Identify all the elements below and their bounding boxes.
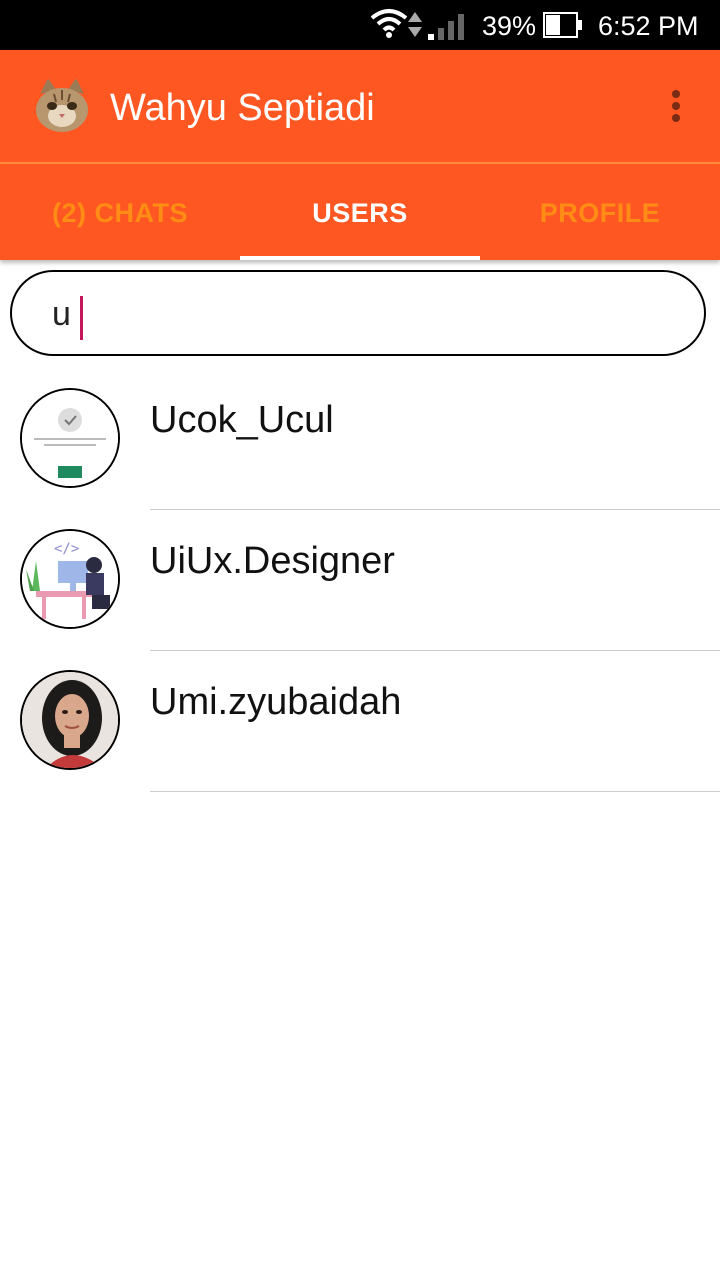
user-list-item[interactable]: Umi.zyubaidah xyxy=(0,670,720,811)
search-input[interactable]: u xyxy=(10,270,706,356)
row-divider xyxy=(150,650,720,651)
user-avatar xyxy=(20,670,120,770)
woman-photo-avatar-icon xyxy=(22,672,118,768)
search-input-value: u xyxy=(52,295,71,333)
tab-users[interactable]: USERS xyxy=(240,164,480,260)
app-title: Wahyu Septiadi xyxy=(110,87,375,129)
user-avatar xyxy=(20,388,120,488)
battery-icon xyxy=(543,12,582,38)
tab-indicator xyxy=(240,256,480,260)
placeholder-avatar-icon xyxy=(22,390,118,486)
user-name: Ucok_Ucul xyxy=(150,399,334,441)
profile-avatar[interactable] xyxy=(32,76,92,136)
wifi-icon xyxy=(370,9,408,38)
user-name: Umi.zyubaidah xyxy=(150,681,402,723)
svg-text:</>: </> xyxy=(54,541,79,557)
status-bar: 39% 6:52 PM xyxy=(0,0,720,50)
cat-avatar-icon xyxy=(32,76,92,136)
row-divider xyxy=(150,791,720,792)
battery-percentage: 39% xyxy=(482,11,537,41)
text-caret xyxy=(80,296,83,340)
status-clock: 6:52 PM xyxy=(598,11,699,41)
designer-illustration-avatar-icon: </> xyxy=(22,531,118,627)
user-name: UiUx.Designer xyxy=(150,540,395,582)
tab-chats[interactable]: (2) CHATS xyxy=(0,164,240,260)
user-list-item[interactable]: Ucok_Ucul xyxy=(0,388,720,529)
signal-icon xyxy=(428,14,464,40)
row-divider xyxy=(150,509,720,510)
tab-bar: (2) CHATS USERS PROFILE xyxy=(0,164,720,260)
tab-profile[interactable]: PROFILE xyxy=(480,164,720,260)
user-list-item[interactable]: </> UiUx.Designer xyxy=(0,529,720,670)
user-avatar: </> xyxy=(20,529,120,629)
app-bar: Wahyu Septiadi xyxy=(0,50,720,162)
overflow-menu-icon[interactable] xyxy=(660,86,692,126)
data-arrows-icon xyxy=(408,12,422,37)
